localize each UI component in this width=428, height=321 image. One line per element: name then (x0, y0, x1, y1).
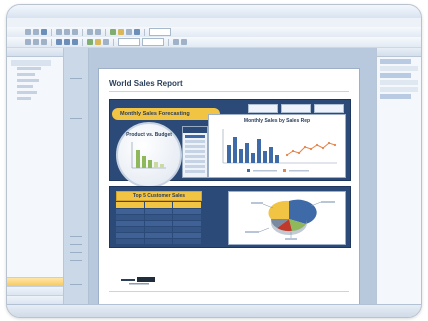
table-row (116, 233, 202, 238)
ruler-mark (70, 252, 82, 253)
tree-node[interactable] (380, 73, 411, 78)
open-icon[interactable] (33, 29, 39, 35)
ruler-mark (70, 78, 82, 79)
budget-bar-chart (131, 142, 166, 169)
properties-header (377, 48, 421, 57)
toolbar-separator (168, 38, 169, 46)
font-color-icon[interactable] (95, 39, 101, 45)
text-icon[interactable] (134, 29, 140, 35)
ruler-mark (70, 260, 82, 261)
border-icon[interactable] (103, 39, 109, 45)
tree-node[interactable] (380, 80, 418, 85)
tree-node[interactable] (380, 87, 418, 92)
grid-icon[interactable] (181, 39, 187, 45)
new-icon[interactable] (25, 29, 31, 35)
list-item[interactable] (185, 140, 205, 143)
italic-icon[interactable] (64, 39, 70, 45)
company-logo (121, 276, 157, 286)
format-toolbar (7, 37, 421, 48)
ruler-mark (70, 118, 82, 119)
header-rule (109, 91, 349, 92)
bold-icon[interactable] (56, 39, 62, 45)
title-bar (7, 5, 421, 19)
vertical-ruler (64, 48, 89, 305)
panel-button[interactable] (248, 104, 278, 113)
list-item[interactable] (185, 145, 205, 148)
tree-node[interactable] (11, 96, 59, 102)
table-row (116, 227, 202, 232)
panel-button[interactable] (281, 104, 311, 113)
toolbar-separator (82, 28, 83, 36)
panel-buttons (248, 104, 344, 113)
ruler-mark (70, 284, 82, 285)
footer-rule (109, 291, 349, 292)
toolbar-separator (144, 28, 145, 36)
pie-svg (245, 199, 335, 240)
zoom-icon[interactable] (173, 39, 179, 45)
table-row (116, 215, 202, 220)
monthly-sales-svg (222, 129, 337, 172)
table-header-row (116, 202, 202, 208)
table-row (116, 221, 202, 226)
align-right-icon[interactable] (41, 39, 47, 45)
list-item[interactable] (185, 155, 205, 158)
design-surface[interactable]: World Sales Report Monthly Sales Forecas… (89, 48, 377, 310)
gauge-title: Product vs. Budget (126, 132, 172, 138)
cut-icon[interactable] (56, 29, 62, 35)
report-title: World Sales Report (109, 79, 183, 88)
list-item[interactable] (185, 150, 205, 153)
style-dropdown[interactable] (149, 28, 171, 36)
status-bar (7, 304, 421, 317)
tree-node[interactable] (380, 66, 418, 71)
ruler-mark (70, 244, 82, 245)
redo-icon[interactable] (95, 29, 101, 35)
list-item[interactable] (185, 170, 205, 173)
properties-tree (377, 59, 421, 99)
align-left-icon[interactable] (25, 39, 31, 45)
size-dropdown[interactable] (142, 38, 164, 46)
image-icon[interactable] (126, 29, 132, 35)
panel-button[interactable] (314, 104, 344, 113)
paste-icon[interactable] (72, 29, 78, 35)
table-icon[interactable] (118, 29, 124, 35)
explorer-tree (7, 57, 63, 105)
align-center-icon[interactable] (33, 39, 39, 45)
tree-node[interactable] (380, 94, 411, 99)
save-icon[interactable] (41, 29, 47, 35)
undo-icon[interactable] (87, 29, 93, 35)
sales-pie-chart (228, 191, 346, 245)
table-row (116, 239, 202, 244)
product-budget-gauge: Product vs. Budget (116, 122, 182, 188)
toolbar-separator (82, 38, 83, 46)
toolbar-separator (105, 28, 106, 36)
chart-icon[interactable] (110, 29, 116, 35)
list-item[interactable] (185, 160, 205, 163)
application-window: World Sales Report Monthly Sales Forecas… (6, 4, 422, 318)
report-page: World Sales Report Monthly Sales Forecas… (98, 68, 360, 310)
underline-icon[interactable] (72, 39, 78, 45)
toolbar-separator (113, 38, 114, 46)
top-customers-table: Top 5 Customer Sales (116, 191, 202, 244)
customer-panel: Top 5 Customer Sales (109, 186, 351, 248)
dashboard-panel: Monthly Sales Forecasting Product vs. Bu… (109, 99, 351, 188)
table-title: Top 5 Customer Sales (116, 191, 202, 201)
report-explorer-panel (7, 48, 64, 305)
toolbar-separator (51, 38, 52, 46)
fill-color-icon[interactable] (87, 39, 93, 45)
monthly-sales-chart: Monthly Sales by Sales Rep (208, 114, 346, 178)
toolbar-separator (51, 28, 52, 36)
copy-icon[interactable] (64, 29, 70, 35)
sales-rep-list[interactable] (182, 126, 208, 178)
properties-panel (376, 48, 421, 305)
font-dropdown[interactable] (118, 38, 140, 46)
logo-svg (121, 277, 155, 285)
list-header (183, 127, 207, 133)
ruler-mark (70, 236, 82, 237)
table-row (116, 209, 202, 214)
list-item[interactable] (185, 135, 205, 138)
explorer-header (7, 48, 63, 57)
list-item[interactable] (185, 165, 205, 168)
tree-node[interactable] (380, 59, 411, 64)
forecast-banner: Monthly Sales Forecasting (112, 108, 220, 120)
